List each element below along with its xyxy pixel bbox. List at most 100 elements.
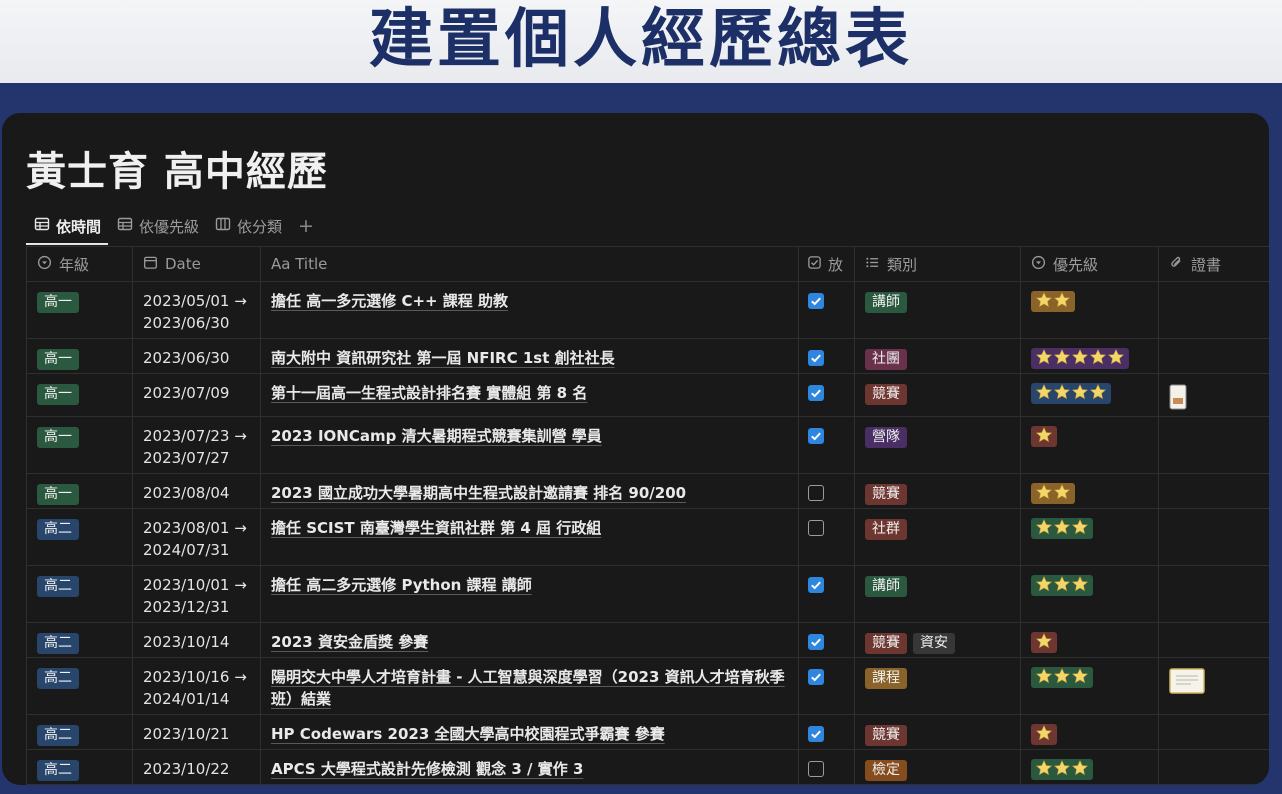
done-checkbox[interactable] <box>808 428 824 444</box>
certificate-thumbnail[interactable] <box>1169 384 1187 416</box>
grade-cell[interactable]: 高二 <box>26 657 133 715</box>
title-cell[interactable]: 擔任 高一多元選修 C++ 課程 助教 <box>260 281 799 339</box>
row-title-link[interactable]: 陽明交大中學人才培育計畫 - 人工智慧與深度學習（2023 資訊人才培育秋季 <box>271 668 785 686</box>
cert-cell[interactable] <box>1158 416 1269 474</box>
certificate-thumbnail[interactable] <box>1169 668 1205 700</box>
row-title-link[interactable]: 南大附中 資訊研究社 第一屆 NFIRC 1st 創社社長 <box>271 349 615 367</box>
done-cell[interactable] <box>798 281 855 339</box>
row-title-link[interactable]: 2023 資安金盾獎 參賽 <box>271 633 428 651</box>
row-title-link[interactable]: 擔任 高二多元選修 Python 課程 講師 <box>271 576 532 594</box>
done-cell[interactable] <box>798 565 855 623</box>
table-row[interactable]: 高一 2023/07/09 第十一屆高一生程式設計排名賽 實體組 第 8 名 競賽 <box>26 373 1269 417</box>
date-cell[interactable]: 2023/10/21 <box>132 714 261 750</box>
row-title-link[interactable]: 第十一屆高一生程式設計排名賽 實體組 第 8 名 <box>271 384 587 402</box>
row-title-link[interactable]: APCS 大學程式設計先修檢測 觀念 3 / 實作 3 <box>271 760 583 778</box>
done-cell[interactable] <box>798 508 855 566</box>
priority-cell[interactable] <box>1020 338 1159 374</box>
table-row[interactable]: 高二 2023/10/22 APCS 大學程式設計先修檢測 觀念 3 / 實作 3 檢… <box>26 749 1269 785</box>
priority-cell[interactable] <box>1020 657 1159 715</box>
table-row[interactable]: 高二 2023/10/14 2023 資安金盾獎 參賽 競賽 資安 <box>26 622 1269 658</box>
column-header-done[interactable]: 放 <box>798 246 855 282</box>
done-cell[interactable] <box>798 338 855 374</box>
done-cell[interactable] <box>798 714 855 750</box>
cert-cell[interactable] <box>1158 714 1269 750</box>
title-cell[interactable]: HP Codewars 2023 全國大學高中校園程式爭霸賽 參賽 <box>260 714 799 750</box>
title-cell[interactable]: 2023 資安金盾獎 參賽 <box>260 622 799 658</box>
tab-by-time[interactable]: 依時間 <box>34 213 101 239</box>
done-cell[interactable] <box>798 473 855 509</box>
done-checkbox[interactable] <box>808 726 824 742</box>
row-title-link[interactable]: HP Codewars 2023 全國大學高中校園程式爭霸賽 參賽 <box>271 725 665 743</box>
date-cell[interactable]: 2023/10/22 <box>132 749 261 785</box>
category-cell[interactable]: 講師 <box>854 565 1021 623</box>
done-checkbox[interactable] <box>808 761 824 777</box>
row-title-link[interactable]: 2023 國立成功大學暑期高中生程式設計邀請賽 排名 90/200 <box>271 484 686 502</box>
date-cell[interactable]: 2023/10/01 → 2023/12/31 <box>132 565 261 623</box>
priority-cell[interactable] <box>1020 622 1159 658</box>
date-cell[interactable]: 2023/06/30 <box>132 338 261 374</box>
date-cell[interactable]: 2023/08/04 <box>132 473 261 509</box>
done-cell[interactable] <box>798 657 855 715</box>
title-cell[interactable]: 2023 國立成功大學暑期高中生程式設計邀請賽 排名 90/200 <box>260 473 799 509</box>
row-title-link[interactable]: 擔任 高一多元選修 C++ 課程 助教 <box>271 292 508 310</box>
grade-cell[interactable]: 高二 <box>26 565 133 623</box>
category-cell[interactable]: 社群 <box>854 508 1021 566</box>
category-cell[interactable]: 競賽 <box>854 473 1021 509</box>
grade-cell[interactable]: 高二 <box>26 508 133 566</box>
done-checkbox[interactable] <box>808 350 824 366</box>
priority-cell[interactable] <box>1020 714 1159 750</box>
date-cell[interactable]: 2023/07/23 → 2023/07/27 <box>132 416 261 474</box>
grade-cell[interactable]: 高二 <box>26 749 133 785</box>
done-checkbox[interactable] <box>808 385 824 401</box>
done-checkbox[interactable] <box>808 669 824 685</box>
priority-cell[interactable] <box>1020 473 1159 509</box>
date-cell[interactable]: 2023/10/16 → 2024/01/14 <box>132 657 261 715</box>
title-cell[interactable]: 擔任 高二多元選修 Python 課程 講師 <box>260 565 799 623</box>
table-row[interactable]: 高二 2023/10/16 → 2024/01/14 陽明交大中學人才培育計畫 - 人… <box>26 657 1269 715</box>
priority-cell[interactable] <box>1020 416 1159 474</box>
priority-cell[interactable] <box>1020 373 1159 417</box>
title-cell[interactable]: 南大附中 資訊研究社 第一屆 NFIRC 1st 創社社長 <box>260 338 799 374</box>
done-checkbox[interactable] <box>808 293 824 309</box>
table-row[interactable]: 高二 2023/08/01 → 2024/07/31 擔任 SCIST 南臺灣學生資訊… <box>26 508 1269 566</box>
add-view-button[interactable]: + <box>298 213 314 239</box>
row-title-link[interactable]: 擔任 SCIST 南臺灣學生資訊社群 第 4 屆 行政組 <box>271 519 601 537</box>
table-row[interactable]: 高二 2023/10/21 HP Codewars 2023 全國大學高中校園程式爭… <box>26 714 1269 750</box>
column-header-priority[interactable]: 優先級 <box>1020 246 1159 282</box>
date-cell[interactable]: 2023/05/01 → 2023/06/30 <box>132 281 261 339</box>
category-cell[interactable]: 社團 <box>854 338 1021 374</box>
done-checkbox[interactable] <box>808 634 824 650</box>
title-cell[interactable]: 擔任 SCIST 南臺灣學生資訊社群 第 4 屆 行政組 <box>260 508 799 566</box>
cert-cell[interactable] <box>1158 373 1269 417</box>
grade-cell[interactable]: 高二 <box>26 622 133 658</box>
date-cell[interactable]: 2023/10/14 <box>132 622 261 658</box>
category-cell[interactable]: 競賽 <box>854 373 1021 417</box>
cert-cell[interactable] <box>1158 473 1269 509</box>
done-checkbox[interactable] <box>808 577 824 593</box>
category-cell[interactable]: 營隊 <box>854 416 1021 474</box>
table-row[interactable]: 高一 2023/06/30 南大附中 資訊研究社 第一屆 NFIRC 1st 創社社… <box>26 338 1269 374</box>
done-cell[interactable] <box>798 416 855 474</box>
priority-cell[interactable] <box>1020 749 1159 785</box>
cert-cell[interactable] <box>1158 508 1269 566</box>
table-row[interactable]: 高一 2023/08/04 2023 國立成功大學暑期高中生程式設計邀請賽 排名 9… <box>26 473 1269 509</box>
column-header-date[interactable]: Date <box>132 246 261 282</box>
cert-cell[interactable] <box>1158 565 1269 623</box>
category-cell[interactable]: 講師 <box>854 281 1021 339</box>
column-header-title[interactable]: Aa Title <box>260 246 799 282</box>
cert-cell[interactable] <box>1158 281 1269 339</box>
table-row[interactable]: 高一 2023/07/23 → 2023/07/27 2023 IONCamp 清大暑… <box>26 416 1269 474</box>
grade-cell[interactable]: 高二 <box>26 714 133 750</box>
column-header-cert[interactable]: 證書 <box>1158 246 1269 282</box>
grade-cell[interactable]: 高一 <box>26 373 133 417</box>
category-cell[interactable]: 競賽 <box>854 714 1021 750</box>
category-cell[interactable]: 檢定 <box>854 749 1021 785</box>
cert-cell[interactable] <box>1158 657 1269 715</box>
done-checkbox[interactable] <box>808 485 824 501</box>
title-cell[interactable]: 2023 IONCamp 清大暑期程式競賽集訓營 學員 <box>260 416 799 474</box>
title-cell[interactable]: APCS 大學程式設計先修檢測 觀念 3 / 實作 3 <box>260 749 799 785</box>
row-title-link[interactable]: 2023 IONCamp 清大暑期程式競賽集訓營 學員 <box>271 427 602 445</box>
grade-cell[interactable]: 高一 <box>26 416 133 474</box>
cert-cell[interactable] <box>1158 338 1269 374</box>
table-row[interactable]: 高一 2023/05/01 → 2023/06/30 擔任 高一多元選修 C++ 課程… <box>26 281 1269 339</box>
